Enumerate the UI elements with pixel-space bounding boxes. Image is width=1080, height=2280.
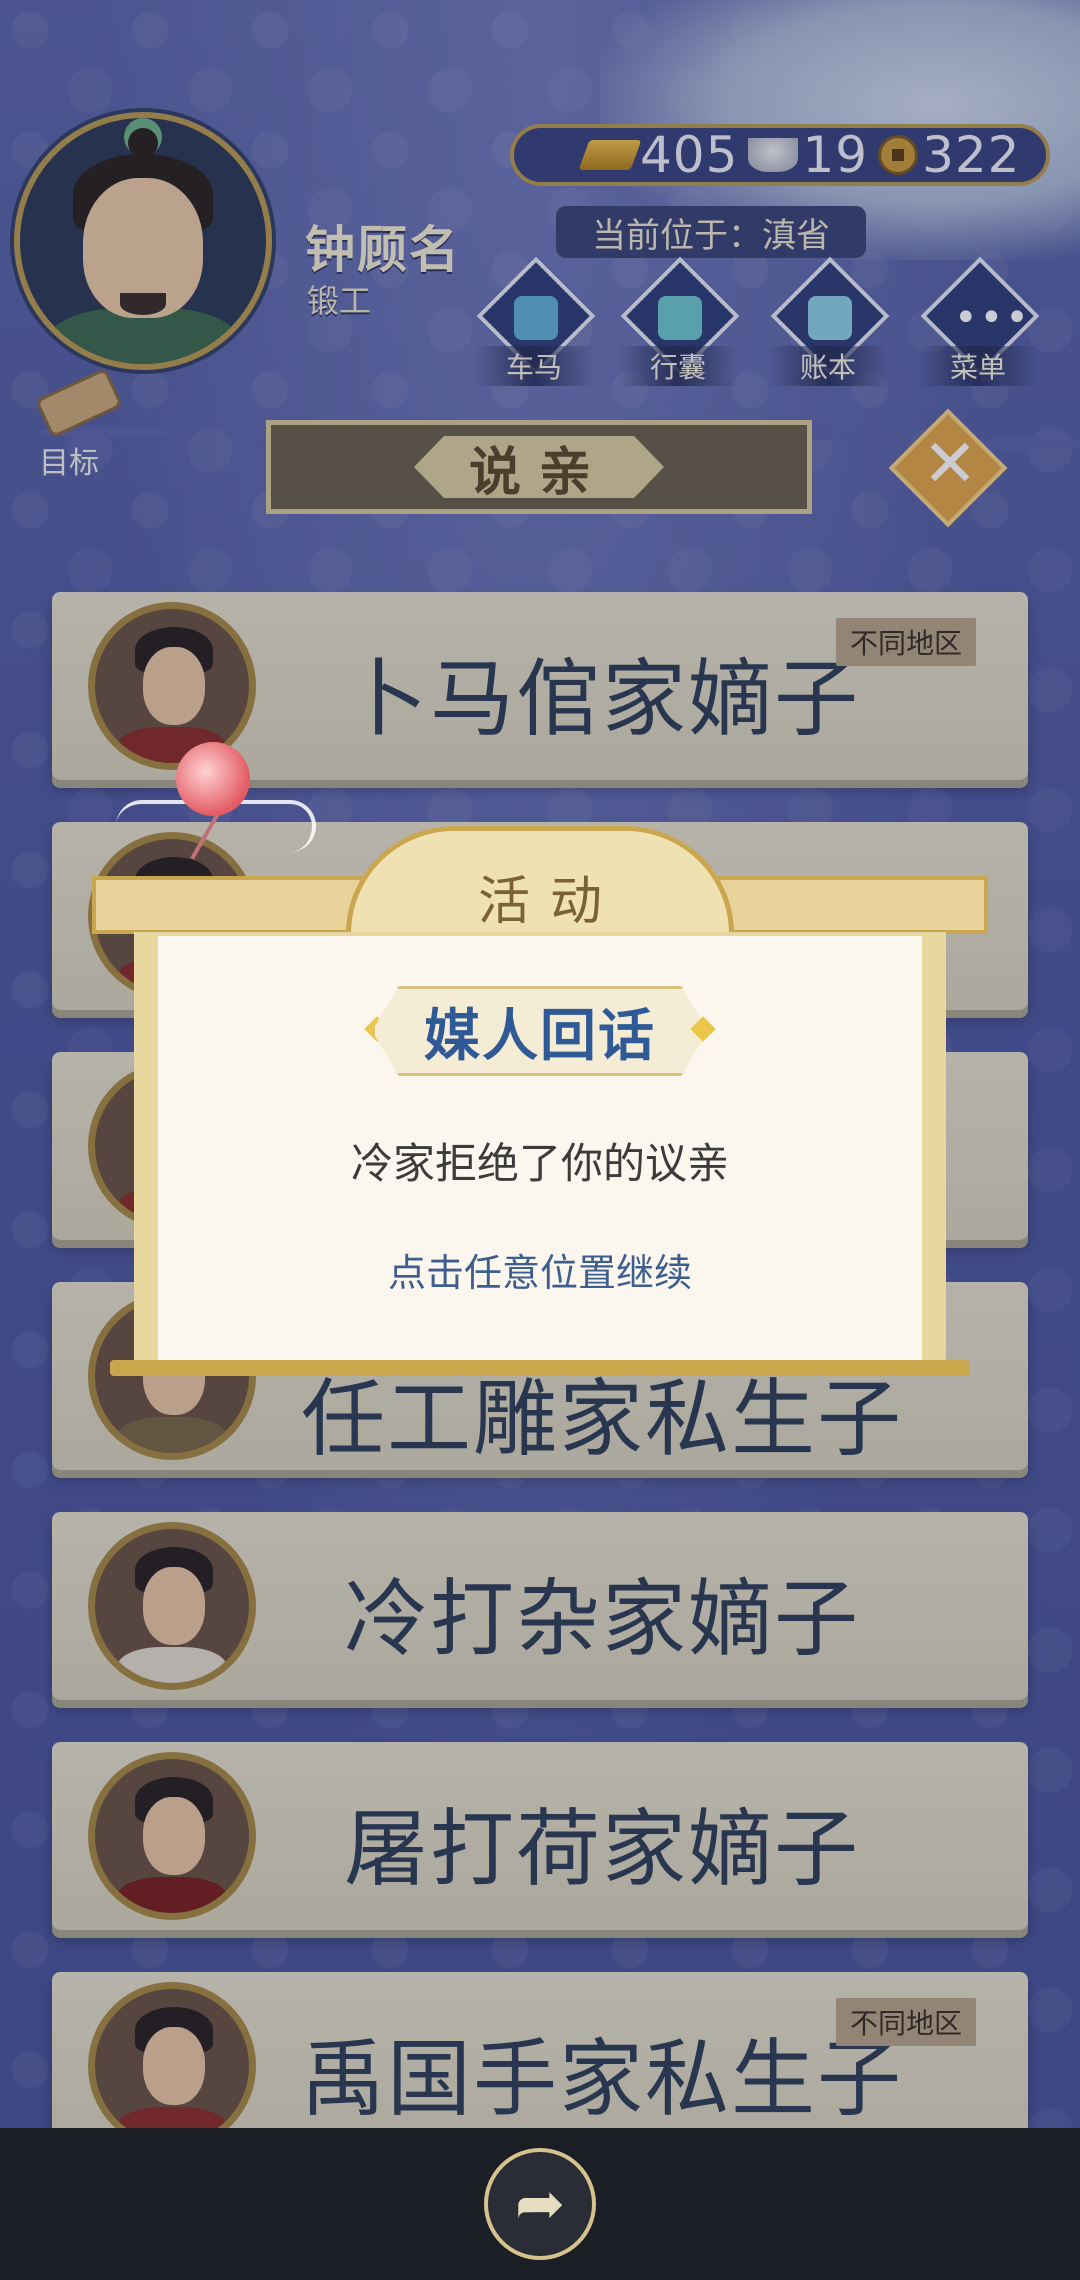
dialog-message: 冷家拒绝了你的议亲	[350, 1139, 729, 1188]
continue-hint[interactable]: 点击任意位置继续	[158, 1242, 922, 1297]
share-button[interactable]: ➦	[484, 2148, 596, 2260]
dialog-headline-box: 媒人回话	[372, 986, 708, 1076]
umbrella-icon	[176, 742, 250, 816]
dialog-tag: 活动	[477, 872, 622, 932]
share-icon: ➦	[514, 2169, 566, 2239]
dialog-headline: 媒人回话	[424, 1003, 656, 1069]
dialog-arch: 活动	[346, 826, 734, 934]
dialog-base	[110, 1360, 970, 1376]
